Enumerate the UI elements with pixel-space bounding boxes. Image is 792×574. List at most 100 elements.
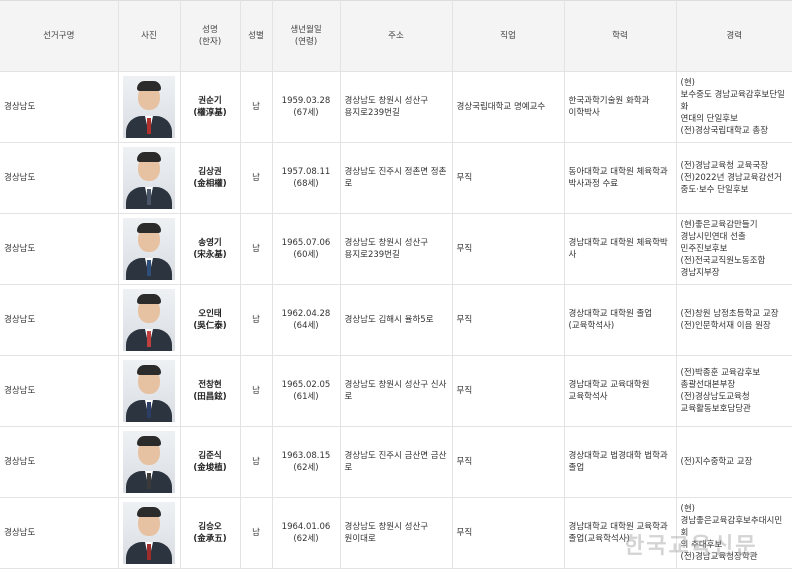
table-header-row: 선거구명 사진 성명 (한자) 성별 생년월일 (연령) 주소 직업 학력 경력 xyxy=(0,0,792,72)
birth-date: 1962.04.28 xyxy=(281,309,331,319)
career-cell: (현)좋은교육감만들기 경남시민연대 선출 민주진보후보 (전)전국교직원노동조… xyxy=(676,213,792,285)
job-cell: 무직 xyxy=(452,142,565,214)
candidate-name: 오인태 xyxy=(198,309,222,319)
district-cell: 경상남도 xyxy=(0,71,119,143)
district-cell: 경상남도 xyxy=(0,426,119,498)
education-cell: 동아대학교 대학원 체육학과 박사과정 수료 xyxy=(564,142,677,214)
photo-cell xyxy=(118,213,181,285)
candidate-name: 권순기 xyxy=(198,96,222,106)
candidate-photo xyxy=(123,360,175,422)
name-cell: 김준식 (金埈植) xyxy=(180,426,241,498)
name-cell: 오인태 (吳仁泰) xyxy=(180,284,241,356)
job-cell: 무직 xyxy=(452,213,565,285)
candidate-hanja: (金埈植) xyxy=(193,463,227,473)
candidate-table-view: 선거구명 사진 성명 (한자) 성별 생년월일 (연령) 주소 직업 학력 경력… xyxy=(0,0,792,574)
candidate-age: (62세) xyxy=(293,534,319,544)
photo-cell xyxy=(118,426,181,498)
job-cell: 무직 xyxy=(452,426,565,498)
candidate-photo xyxy=(123,147,175,209)
education-cell: 경상대학교 법경대학 법학과 졸업 xyxy=(564,426,677,498)
name-cell: 김상권 (金相權) xyxy=(180,142,241,214)
candidate-hanja: (田昌鉉) xyxy=(193,392,227,402)
name-cell: 송영기 (宋永基) xyxy=(180,213,241,285)
career-cell: (전)박종훈 교육감후보 총괄선대본부장 (전)경상남도교육청 교육활동보호담당… xyxy=(676,355,792,427)
table-row: 경상남도 권순기 (權淳基) 남 1959.03.28 (67세) 경상남도 창원시 성산구… xyxy=(0,71,792,143)
district-cell: 경상남도 xyxy=(0,284,119,356)
career-cell: (전)경남교육청 교육국장 (전)2022년 경남교육감선거 중도·보수 단일후… xyxy=(676,142,792,214)
candidate-hanja: (吳仁泰) xyxy=(193,321,227,331)
district-cell: 경상남도 xyxy=(0,142,119,214)
gender-cell: 남 xyxy=(240,497,273,569)
header-district: 선거구명 xyxy=(0,0,119,72)
photo-cell xyxy=(118,71,181,143)
birth-date: 1957.08.11 xyxy=(281,167,331,177)
candidate-age: (67세) xyxy=(293,108,319,118)
table-row: 경상남도 송영기 (宋永基) 남 1965.07.06 (60세) 경상남도 창원시 성산구… xyxy=(0,213,792,285)
gender-cell: 남 xyxy=(240,355,273,427)
address-cell: 경상남도 창원시 성산구 용지로239번길 xyxy=(340,213,453,285)
career-cell: (전)지수중학교 교장 xyxy=(676,426,792,498)
birth-date: 1965.02.05 xyxy=(281,380,331,390)
education-cell: 경상대학교 대학원 졸업 (교육학석사) xyxy=(564,284,677,356)
candidate-photo xyxy=(123,431,175,493)
candidate-photo xyxy=(123,289,175,351)
table-row: 경상남도 전창현 (田昌鉉) 남 1965.02.05 (61세) 경상남도 창원시 성산구… xyxy=(0,355,792,427)
header-photo: 사진 xyxy=(118,0,181,72)
address-cell: 경상남도 창원시 성산구 원이대로 xyxy=(340,497,453,569)
candidate-name: 김승오 xyxy=(198,522,222,532)
watermark-logo: 한국교육신문 xyxy=(624,534,758,559)
candidate-hanja: (金承五) xyxy=(193,534,227,544)
candidate-name: 송영기 xyxy=(198,238,222,248)
candidate-age: (62세) xyxy=(293,463,319,473)
photo-cell xyxy=(118,142,181,214)
candidate-age: (61세) xyxy=(293,392,319,402)
address-cell: 경상남도 진주시 정촌면 정촌로 xyxy=(340,142,453,214)
career-cell: (전)창원 남정초등학교 교장 (전)인문학서재 이음 원장 xyxy=(676,284,792,356)
candidate-hanja: (宋永基) xyxy=(193,250,227,260)
candidate-photo xyxy=(123,502,175,564)
header-birth: 생년월일 (연령) xyxy=(272,0,341,72)
education-cell: 한국과학기술원 화학과 이학박사 xyxy=(564,71,677,143)
job-cell: 경상국립대학교 명예교수 xyxy=(452,71,565,143)
birth-cell: 1963.08.15 (62세) xyxy=(272,426,341,498)
district-cell: 경상남도 xyxy=(0,497,119,569)
education-cell: 경남대학교 교육대학원 교육학석사 xyxy=(564,355,677,427)
birth-cell: 1965.07.06 (60세) xyxy=(272,213,341,285)
birth-cell: 1962.04.28 (64세) xyxy=(272,284,341,356)
candidate-hanja: (權淳基) xyxy=(193,108,227,118)
candidate-age: (60세) xyxy=(293,250,319,260)
gender-cell: 남 xyxy=(240,426,273,498)
candidate-name: 김상권 xyxy=(198,167,222,177)
birth-date: 1965.07.06 xyxy=(281,238,331,248)
candidate-hanja: (金相權) xyxy=(193,179,227,189)
gender-cell: 남 xyxy=(240,284,273,356)
candidate-photo xyxy=(123,76,175,138)
candidate-name: 김준식 xyxy=(198,451,222,461)
education-cell: 경남대학교 대학원 체육학박사 xyxy=(564,213,677,285)
photo-cell xyxy=(118,497,181,569)
header-name: 성명 (한자) xyxy=(180,0,241,72)
gender-cell: 남 xyxy=(240,213,273,285)
birth-cell: 1965.02.05 (61세) xyxy=(272,355,341,427)
candidate-table: 선거구명 사진 성명 (한자) 성별 생년월일 (연령) 주소 직업 학력 경력… xyxy=(0,0,792,569)
birth-date: 1963.08.15 xyxy=(281,451,331,461)
name-cell: 권순기 (權淳基) xyxy=(180,71,241,143)
candidate-age: (68세) xyxy=(293,179,319,189)
candidate-photo xyxy=(123,218,175,280)
job-cell: 무직 xyxy=(452,355,565,427)
candidate-age: (64세) xyxy=(293,321,319,331)
address-cell: 경상남도 진주시 금산면 금산로 xyxy=(340,426,453,498)
district-cell: 경상남도 xyxy=(0,355,119,427)
header-job: 직업 xyxy=(452,0,565,72)
header-career: 경력 xyxy=(676,0,792,72)
job-cell: 무직 xyxy=(452,497,565,569)
table-row: 경상남도 오인태 (吳仁泰) 남 1962.04.28 (64세) 경상남도 김해시 율하5… xyxy=(0,284,792,356)
address-cell: 경상남도 창원시 성산구 신사로 xyxy=(340,355,453,427)
birth-date: 1964.01.06 xyxy=(281,522,331,532)
name-cell: 김승오 (金承五) xyxy=(180,497,241,569)
gender-cell: 남 xyxy=(240,142,273,214)
career-cell: (현) 보수중도 경남교육감후보단일화 연대의 단일후보 (전)경상국립대학교 … xyxy=(676,71,792,143)
birth-date: 1959.03.28 xyxy=(281,96,331,106)
header-education: 학력 xyxy=(564,0,677,72)
birth-cell: 1964.01.06 (62세) xyxy=(272,497,341,569)
